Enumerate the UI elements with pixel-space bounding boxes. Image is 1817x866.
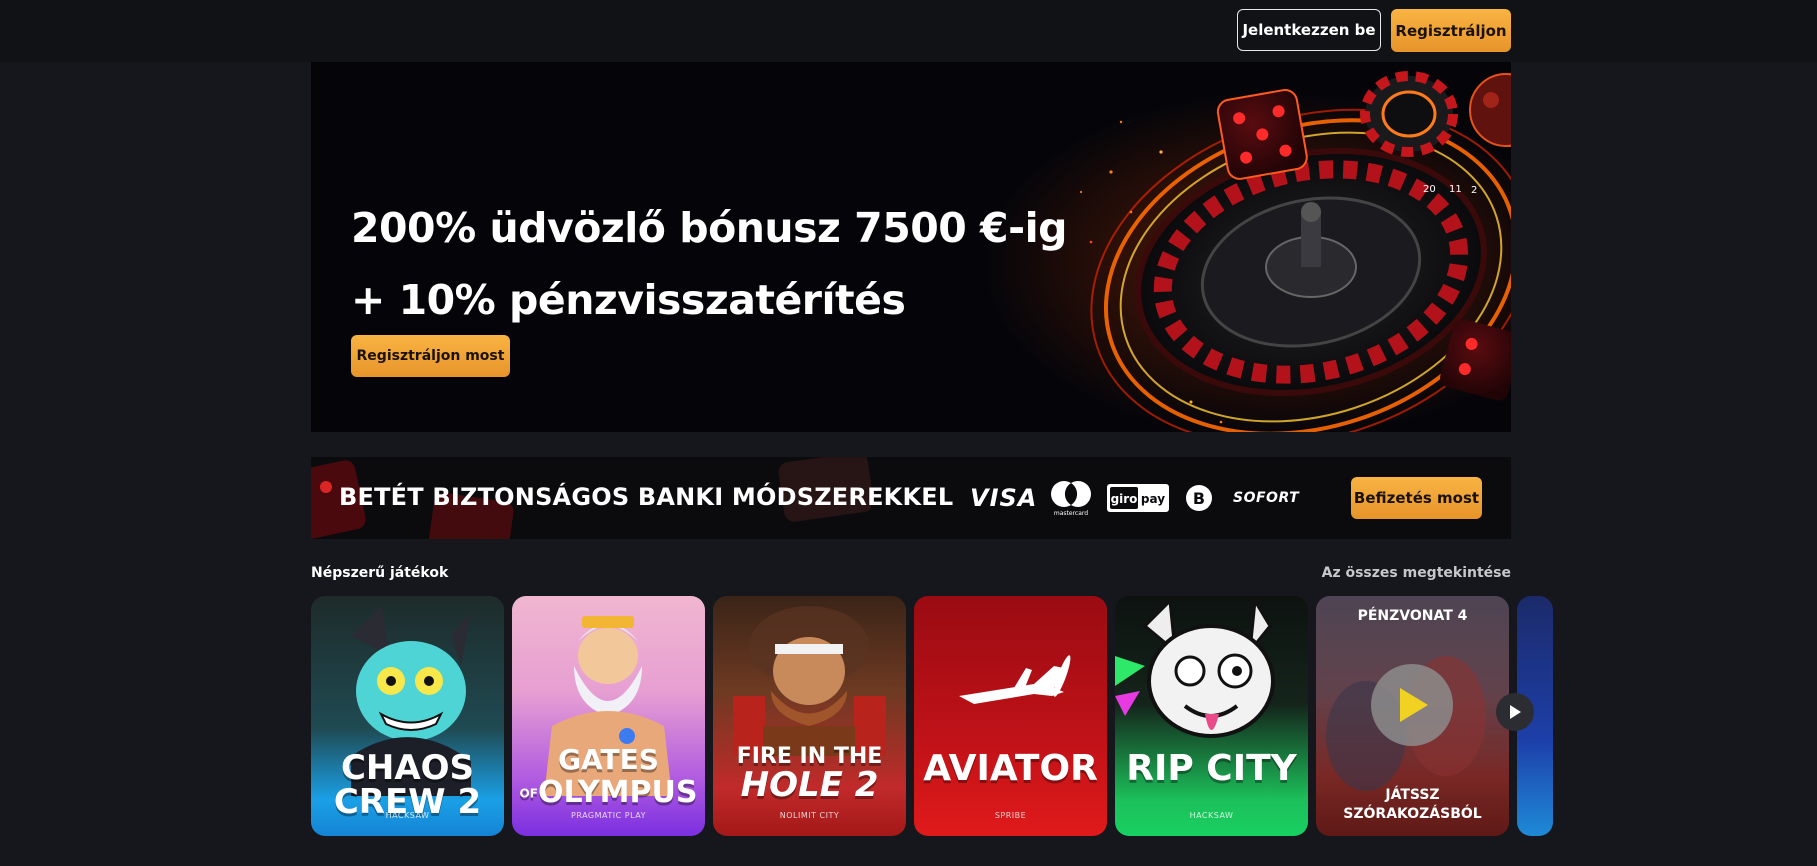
sofort-logo: SOFORT [1233, 490, 1300, 506]
game-card-fire-in-the-hole-2[interactable]: FIRE IN THE HOLE 2 NOLIMIT CITY [713, 596, 906, 836]
game-provider: PRAGMATIC PLAY [571, 811, 646, 820]
wheel-number: 11 [1449, 184, 1462, 195]
mastercard-label: mastercard [1054, 510, 1088, 517]
mastercard-icon: mastercard [1048, 457, 1094, 539]
giropay-text: pay [1141, 492, 1165, 506]
section-title: Népszerű játékok [311, 565, 449, 581]
casino-chip-icon [1360, 71, 1458, 157]
wheel-number: 20 [1423, 184, 1436, 195]
register-now-button[interactable]: Regisztráljon most [351, 335, 510, 377]
rip-city-cat-art [1115, 596, 1275, 738]
view-all-link[interactable]: Az összes megtekintése [1322, 565, 1511, 581]
carousel-next-button[interactable] [1496, 693, 1534, 731]
game-card-gates-of-olympus[interactable]: GATES OFOLYMPUS PRAGMATIC PLAY [512, 596, 705, 836]
hero-banner: 20 11 2 200% üdvözlő bónusz 7500 €-ig + … [311, 62, 1511, 432]
game-provider: HACKSAW [385, 811, 430, 820]
game-card-penzvonat-4[interactable]: PÉNZVONAT 4 JÁTSSZ SZÓRAKOZÁSBÓL [1316, 596, 1509, 836]
game-title: GATES [558, 743, 659, 776]
game-provider: SPRIBE [994, 811, 1027, 820]
game-card-aviator[interactable]: AVIATOR SPRIBE [914, 596, 1107, 836]
giropay-logo: giro pay [1106, 457, 1170, 539]
deposit-now-button[interactable]: Befizetés most [1351, 477, 1482, 519]
play-for-fun-line: SZÓRAKOZÁSBÓL [1343, 806, 1482, 822]
game-title-small: OF [519, 786, 538, 801]
dice-icon [1216, 89, 1308, 180]
hero-title: 200% üdvözlő bónusz 7500 €-ig + 10% pénz… [351, 192, 1071, 336]
game-title: PÉNZVONAT 4 [1357, 608, 1468, 624]
play-for-fun-line: JÁTSSZ [1385, 787, 1440, 803]
game-title: AVIATOR [923, 748, 1098, 789]
plane-icon [959, 655, 1071, 704]
game-card-chaos-crew-2[interactable]: CHAOS CREW 2 HACKSAW [311, 596, 504, 836]
login-button[interactable]: Jelentkezzen be [1237, 9, 1381, 51]
game-card-rip-city[interactable]: RIP CITY HACKSAW [1115, 596, 1308, 836]
hero-title-line: + 10% pénzvisszatérítés [351, 276, 906, 324]
game-title-word: OLYMPUS [537, 775, 698, 810]
deposit-banner-text: BETÉT BIZTONSÁGOS BANKI MÓDSZEREKKEL [339, 483, 954, 511]
play-button[interactable] [1371, 664, 1453, 746]
ball-icon [1469, 73, 1511, 147]
top-bar: Jelentkezzen be Regisztráljon [0, 0, 1817, 62]
game-provider: NOLIMIT CITY [779, 811, 840, 820]
giropay-text: giro [1111, 492, 1138, 506]
game-title: RIP CITY [1126, 748, 1297, 789]
bitcoin-icon: B [1185, 457, 1213, 539]
game-title: CHAOS CREW 2 [333, 748, 482, 822]
play-icon [1400, 688, 1428, 722]
game-title-line2: OFOLYMPUS [512, 778, 705, 808]
game-title-line2: HOLE 2 [740, 765, 879, 805]
bitcoin-symbol: B [1193, 489, 1205, 508]
chevron-right-icon [1510, 705, 1521, 719]
hero-title-line: 200% üdvözlő bónusz 7500 €-ig [351, 204, 1068, 252]
visa-logo: VISA [970, 484, 1038, 512]
wheel-number: 2 [1471, 185, 1477, 196]
register-button[interactable]: Regisztráljon [1391, 9, 1511, 52]
deposit-banner: BETÉT BIZTONSÁGOS BANKI MÓDSZEREKKEL VIS… [311, 457, 1511, 539]
game-provider: HACKSAW [1189, 811, 1234, 820]
play-for-fun-label: JÁTSSZ SZÓRAKOZÁSBÓL [1316, 786, 1509, 824]
